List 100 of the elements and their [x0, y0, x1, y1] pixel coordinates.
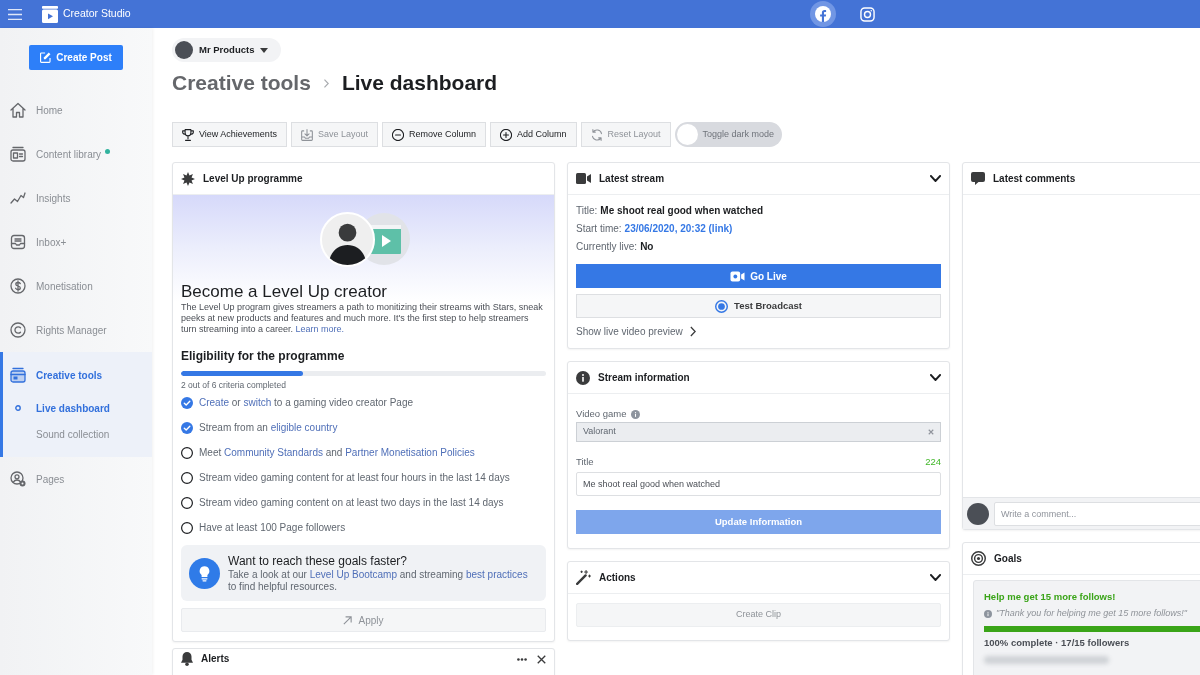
inline-link[interactable]: Create — [199, 397, 229, 408]
chevron-down-icon[interactable] — [930, 574, 941, 581]
criterion-text: Have at least 100 Page followers — [199, 521, 346, 535]
video-game-field[interactable]: Valorant — [576, 422, 941, 442]
go-live-button[interactable]: Go Live — [576, 264, 941, 288]
field-label: Title — [576, 454, 594, 469]
info-icon — [576, 370, 590, 385]
refresh-icon — [590, 128, 603, 141]
avatar-silhouette-icon — [319, 212, 375, 267]
dollar-icon — [10, 278, 26, 294]
edit-icon — [40, 52, 52, 63]
inline-link[interactable]: Community Standards — [224, 447, 323, 458]
plus-circle-icon — [499, 128, 512, 141]
menu-icon[interactable] — [8, 8, 22, 20]
criterion-text: Stream from an eligible country — [199, 421, 338, 435]
inline-link[interactable]: Partner Monetisation Policies — [345, 447, 475, 458]
download-tray-icon — [300, 128, 313, 141]
copyright-icon — [10, 322, 26, 338]
star-badge-icon — [181, 171, 195, 186]
inline-link[interactable]: switch — [243, 397, 272, 408]
promo-heading: Become a Level Up creator — [181, 282, 388, 302]
detail-label: Start time: — [576, 221, 622, 236]
tip-title: Want to reach these goals faster? — [228, 553, 408, 569]
facebook-icon — [815, 6, 831, 22]
bell-icon — [181, 652, 193, 666]
toolbar-button[interactable]: View Achievements — [172, 122, 287, 147]
field-label: Video game — [576, 406, 627, 421]
card-title: Actions — [599, 571, 636, 584]
magic-wand-icon — [576, 570, 591, 585]
breadcrumb-link[interactable]: Creative tools — [172, 71, 311, 95]
goal-message: "Thank you for helping me get 15 more follows!" — [996, 607, 1187, 621]
more-dots-icon[interactable] — [517, 657, 527, 661]
sidebar-subitem[interactable]: Sound collection — [0, 421, 152, 447]
sidebar-item[interactable]: Monetisation — [0, 264, 152, 308]
comment-input[interactable]: Write a comment... — [994, 501, 1200, 526]
start-time-link[interactable]: 23/06/2020, 20:32 (link) — [624, 220, 733, 236]
card-title: Latest stream — [599, 172, 665, 185]
close-icon[interactable] — [537, 654, 546, 664]
card-title: Goals — [994, 552, 1022, 565]
sidebar-item[interactable]: Content library — [0, 132, 152, 176]
detail-value: No — [640, 239, 654, 254]
selected-ring-icon — [15, 405, 21, 411]
goal-title: Help me get 15 more follows! — [984, 590, 1117, 604]
info-icon — [630, 409, 640, 419]
inline-link[interactable]: eligible country — [270, 422, 338, 433]
page-selector[interactable]: Mr Products — [172, 38, 282, 62]
sidebar-item[interactable]: Rights Manager — [0, 308, 152, 352]
chevron-down-icon[interactable] — [930, 175, 941, 182]
preview-link[interactable]: Show live video preview — [576, 322, 696, 341]
home-icon — [10, 102, 26, 118]
trophy-icon — [182, 128, 194, 141]
app-title: Creator Studio — [63, 6, 131, 22]
sidebar-item[interactable]: Insights — [0, 176, 152, 220]
goal-status: 100% complete · 17/15 followers — [984, 636, 1131, 650]
page-title: Live dashboard — [341, 71, 498, 95]
criterion-text: Stream video gaming content for at least four hours in the last 14 days — [199, 471, 510, 485]
create-post-button[interactable]: Create Post — [29, 45, 123, 70]
title-input[interactable]: Me shoot real good when watched — [576, 472, 941, 496]
chevron-right-icon — [689, 326, 696, 337]
sidebar-subitem[interactable]: Live dashboard — [0, 395, 152, 421]
arrow-up-right-icon — [343, 615, 353, 625]
card-title: Alerts — [201, 653, 230, 665]
chevron-down-icon[interactable] — [930, 374, 941, 381]
sidebar-item[interactable]: Inbox+ — [0, 220, 152, 264]
clear-icon[interactable] — [928, 429, 934, 435]
avatar-placeholder — [967, 502, 989, 525]
sidebar-item[interactable]: Home — [0, 88, 152, 132]
criterion-text: Meet Community Standards and Partner Monetisation Policies — [199, 446, 475, 460]
media-library-icon — [10, 146, 26, 162]
inline-link[interactable]: best practices — [465, 568, 528, 580]
lightbulb-icon — [189, 557, 220, 589]
detail-label: Currently live: — [576, 239, 638, 254]
test-broadcast-button[interactable]: Test Broadcast — [576, 294, 941, 318]
section-heading: Eligibility for the programme — [181, 349, 346, 363]
instagram-icon — [859, 6, 875, 22]
criterion-text: Stream video gaming content on at least two days in the last 14 days — [199, 496, 504, 510]
sidebar-item[interactable]: Pages — [0, 457, 152, 501]
platform-tab[interactable] — [810, 1, 836, 27]
target-icon — [971, 551, 986, 566]
sidebar-item[interactable]: Creative tools — [0, 355, 152, 395]
progress-caption: 2 out of 6 criteria completed — [181, 380, 287, 390]
toolbar-button[interactable]: Remove Column — [381, 122, 486, 147]
inline-link[interactable]: Level Up Bootcamp — [309, 568, 397, 580]
promo-description: The Level Up program gives streamers a path to monitizing their streams with Stars, sneak peeks at new products and features and much more. It's the first step to help streamers turn streaming into a career. Learn more. — [181, 302, 544, 335]
info-icon — [984, 610, 992, 618]
card-title: Latest comments — [993, 172, 1076, 185]
tip-text: Take a look at our Level Up Bootcamp and streaming best practices to find helpful resources. — [228, 568, 529, 593]
chevron-right-icon — [323, 78, 329, 88]
dark-mode-toggle[interactable]: Toggle dark mode — [674, 122, 783, 147]
video-camera-icon — [576, 173, 591, 184]
inline-link[interactable]: Learn more. — [295, 324, 345, 334]
detail-value: Me shoot real good when watched — [600, 203, 764, 218]
toggle-knob — [676, 124, 698, 145]
caret-down-icon — [260, 47, 269, 53]
user-gear-icon — [10, 471, 26, 487]
radio-icon — [715, 299, 729, 313]
app-logo-icon — [42, 5, 58, 23]
toolbar-button[interactable]: Add Column — [489, 122, 577, 147]
video-camera-icon — [730, 270, 746, 282]
line-chart-icon — [10, 192, 26, 204]
